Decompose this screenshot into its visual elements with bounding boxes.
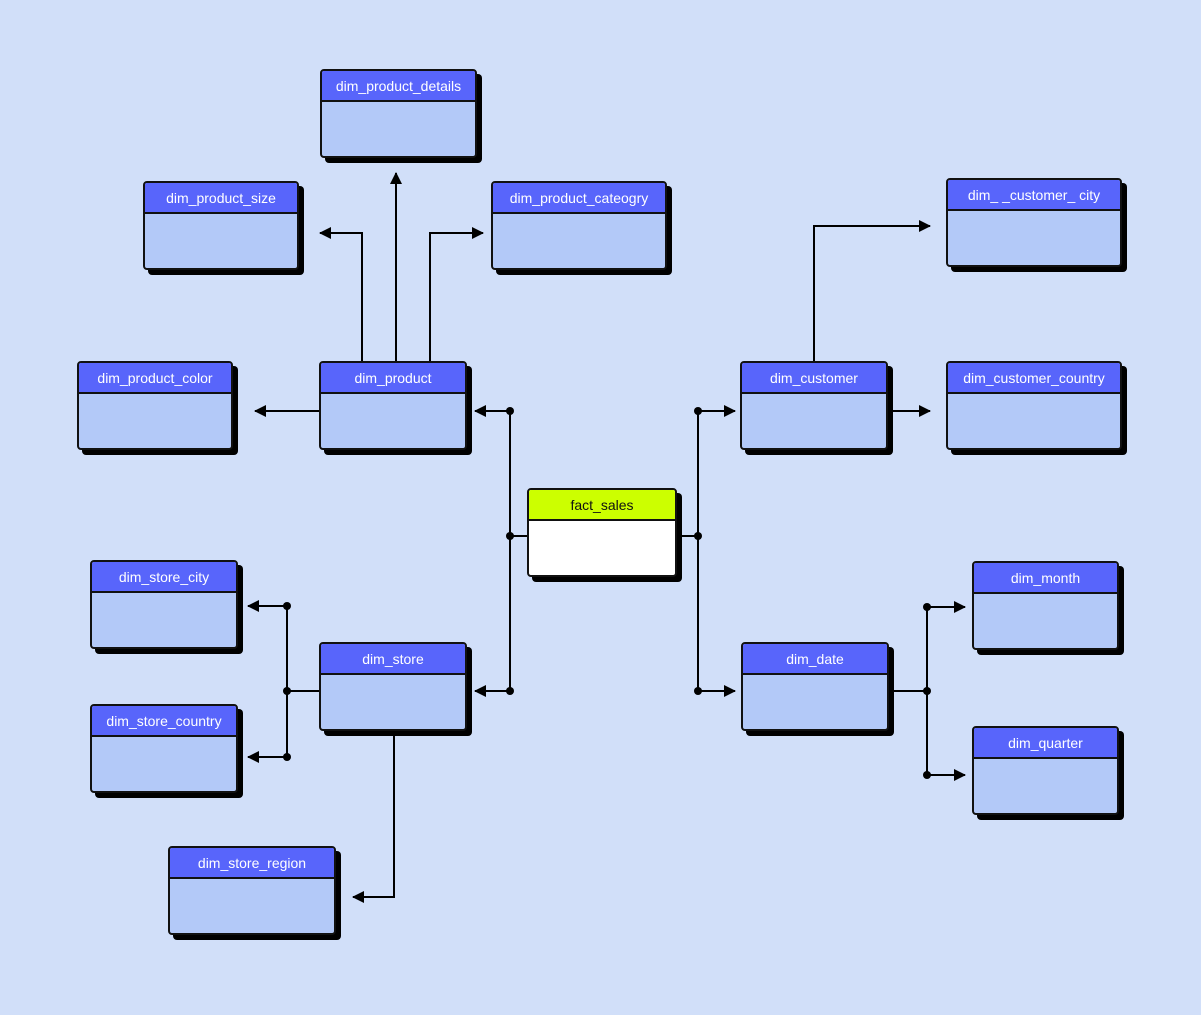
junction-dot: [923, 603, 931, 611]
schema-diagram: fact_sales dim_product_details dim_produ…: [0, 0, 1201, 1015]
entity-dim-customer-country[interactable]: dim_customer_country: [946, 361, 1122, 450]
entity-title: fact_sales: [529, 490, 675, 521]
entity-dim-product-color[interactable]: dim_product_color: [77, 361, 233, 450]
connector-fact-right-bus: [677, 411, 699, 691]
connector-store-to-region: [352, 731, 395, 903]
entity-dim-month[interactable]: dim_month: [972, 561, 1119, 650]
entity-dim-date[interactable]: dim_date: [741, 642, 889, 731]
entity-dim-quarter[interactable]: dim_quarter: [972, 726, 1119, 815]
junction-dot: [283, 753, 291, 761]
junction-dot: [506, 532, 514, 540]
entity-title: dim_store_city: [92, 562, 236, 593]
junction-dot: [694, 687, 702, 695]
entity-dim-store-region[interactable]: dim_store_region: [168, 846, 336, 935]
entity-title: dim_quarter: [974, 728, 1117, 759]
entity-title: dim_product_size: [145, 183, 297, 214]
junction-dot: [694, 407, 702, 415]
connector-customer-to-city: [813, 220, 931, 361]
entity-dim-customer[interactable]: dim_customer: [740, 361, 888, 450]
entity-title: dim_product_details: [322, 71, 475, 102]
entity-dim-store-city[interactable]: dim_store_city: [90, 560, 238, 649]
entity-title: dim_store: [321, 644, 465, 675]
junction-dot: [506, 407, 514, 415]
junction-dot: [694, 532, 702, 540]
junction-dot: [506, 687, 514, 695]
junction-dot: [923, 687, 931, 695]
entity-dim-customer-city[interactable]: dim_ _customer_ city: [946, 178, 1122, 267]
entity-title: dim_ _customer_ city: [948, 180, 1120, 211]
entity-dim-store[interactable]: dim_store: [319, 642, 467, 731]
entity-title: dim_customer: [742, 363, 886, 394]
entity-title: dim_product_cateogry: [493, 183, 665, 214]
entity-title: dim_product: [321, 363, 465, 394]
entity-title: dim_store_region: [170, 848, 334, 879]
entity-dim-product-cateogry[interactable]: dim_product_cateogry: [491, 181, 667, 270]
junction-dot: [283, 602, 291, 610]
entity-title: dim_date: [743, 644, 887, 675]
entity-title: dim_store_country: [92, 706, 236, 737]
connector-product-to-category: [429, 227, 484, 361]
connector-store-bus: [286, 606, 319, 757]
entity-dim-store-country[interactable]: dim_store_country: [90, 704, 238, 793]
entity-fact-sales[interactable]: fact_sales: [527, 488, 677, 577]
entity-title: dim_customer_country: [948, 363, 1120, 394]
entity-dim-product-details[interactable]: dim_product_details: [320, 69, 477, 158]
connector-product-to-size: [319, 227, 363, 361]
entity-dim-product-size[interactable]: dim_product_size: [143, 181, 299, 270]
junction-dot: [283, 687, 291, 695]
junction-dot: [923, 771, 931, 779]
entity-title: dim_month: [974, 563, 1117, 594]
entity-title: dim_product_color: [79, 363, 231, 394]
entity-dim-product[interactable]: dim_product: [319, 361, 467, 450]
connector-fact-left-bus: [509, 411, 527, 691]
connector-date-bus: [890, 607, 928, 775]
